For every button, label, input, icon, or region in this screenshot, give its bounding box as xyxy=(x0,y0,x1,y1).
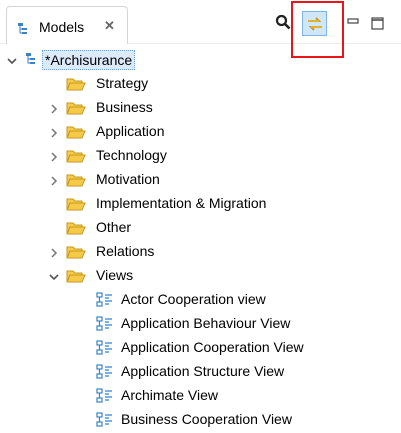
tree-item-label: Business xyxy=(96,99,153,115)
tree-root-archisurance[interactable]: *Archisurance xyxy=(0,48,401,72)
chevron-right-icon[interactable] xyxy=(48,174,60,186)
folder-open-icon xyxy=(66,100,86,119)
chevron-right-icon[interactable] xyxy=(48,102,60,114)
tree-folder-strategy[interactable]: Strategy xyxy=(0,72,401,96)
chevron-right-icon[interactable] xyxy=(48,246,60,258)
diagram-view-icon xyxy=(96,388,114,407)
diagram-view-icon xyxy=(96,364,114,383)
tree-view-application-structure-view[interactable]: Application Structure View xyxy=(0,360,401,384)
chevron-down-icon[interactable] xyxy=(6,54,18,66)
tree-folder-views[interactable]: Views xyxy=(0,264,401,288)
tree-item-label: Technology xyxy=(96,147,167,163)
tree-folder-relations[interactable]: Relations xyxy=(0,240,401,264)
close-icon[interactable]: ✕ xyxy=(104,18,115,34)
folder-open-icon xyxy=(66,268,86,287)
tree-view-application-behaviour-view[interactable]: Application Behaviour View xyxy=(0,312,401,336)
models-panel: Models ✕ *Archisurance Strategy Business… xyxy=(0,0,401,433)
tab-models[interactable]: Models ✕ xyxy=(6,6,128,44)
tab-title: Models xyxy=(39,19,85,35)
tree-folder-technology[interactable]: Technology xyxy=(0,144,401,168)
maximize-icon[interactable] xyxy=(371,17,385,34)
diagram-view-icon xyxy=(96,292,114,311)
tree-item-label: Application Structure View xyxy=(121,363,285,379)
model-tree-icon xyxy=(25,52,39,69)
tree-item-label: Archimate View xyxy=(121,387,219,403)
tree-folder-other[interactable]: Other xyxy=(0,216,401,240)
diagram-view-icon xyxy=(96,316,114,335)
tree-item-label: Implementation & Migration xyxy=(96,195,267,211)
folder-open-icon xyxy=(66,196,86,215)
chevron-right-icon[interactable] xyxy=(48,126,60,138)
tree-folder-application[interactable]: Application xyxy=(0,120,401,144)
tree-item-label: Business Cooperation View xyxy=(121,411,292,427)
tree-item-label: Views xyxy=(96,267,134,283)
tree-item-label: Application xyxy=(96,123,165,139)
tree-item-label: *Archisurance xyxy=(42,50,136,70)
tree-item-label: Actor Cooperation view xyxy=(121,291,266,307)
tree-item-label: Application Cooperation View xyxy=(121,339,304,355)
tree-view-application-cooperation-view[interactable]: Application Cooperation View xyxy=(0,336,401,360)
folder-open-icon xyxy=(66,244,86,263)
tree-view-actor-cooperation-view[interactable]: Actor Cooperation view xyxy=(0,288,401,312)
tree-folder-business[interactable]: Business xyxy=(0,96,401,120)
tree-item-label: Strategy xyxy=(96,75,149,91)
folder-open-icon xyxy=(66,124,86,143)
model-tree-icon xyxy=(17,22,31,39)
tree-item-label: Other xyxy=(96,219,132,235)
tab-bar: Models ✕ xyxy=(0,0,401,58)
tree-item-label: Relations xyxy=(96,243,155,259)
folder-open-icon xyxy=(66,148,86,167)
folder-open-icon xyxy=(66,76,86,95)
tree-item-label: Application Behaviour View xyxy=(121,315,291,331)
tree-folder-implementation-migration[interactable]: Implementation & Migration xyxy=(0,192,401,216)
tree-folder-motivation[interactable]: Motivation xyxy=(0,168,401,192)
diagram-view-icon xyxy=(96,340,114,359)
folder-open-icon xyxy=(66,172,86,191)
tree-item-label: Motivation xyxy=(96,171,160,187)
tree-view-business-cooperation-view[interactable]: Business Cooperation View xyxy=(0,408,401,432)
chevron-right-icon[interactable] xyxy=(48,150,60,162)
chevron-down-icon[interactable] xyxy=(48,270,60,282)
diagram-view-icon xyxy=(96,412,114,431)
folder-open-icon xyxy=(66,220,86,239)
search-icon[interactable] xyxy=(275,14,291,33)
tree-view-archimate-view[interactable]: Archimate View xyxy=(0,384,401,408)
minimize-icon[interactable] xyxy=(347,17,361,33)
